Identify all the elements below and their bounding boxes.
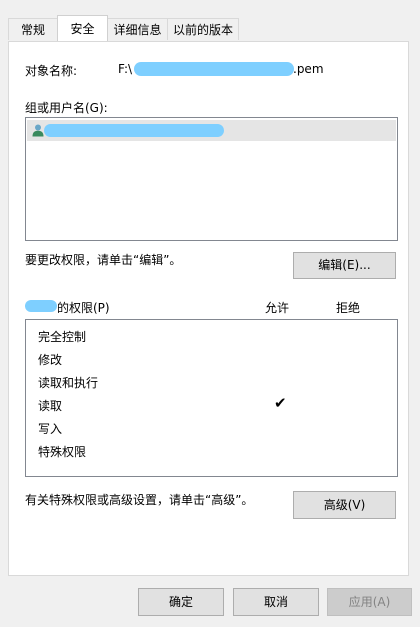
- groups-label: 组或用户名(G):: [25, 101, 108, 115]
- object-name-prefix: F:\: [118, 62, 133, 76]
- redacted-user-name: [44, 124, 224, 137]
- permission-modify: 修改: [38, 353, 63, 367]
- tab-details[interactable]: 详细信息: [107, 18, 168, 40]
- security-panel: 对象名称: F:\ .pem 组或用户名(G): 要更改权限，请单击“编辑”。 …: [8, 41, 409, 576]
- edit-hint: 要更改权限，请单击“编辑”。: [25, 253, 182, 267]
- object-name-label: 对象名称:: [25, 64, 78, 78]
- deny-header: 拒绝: [336, 301, 361, 315]
- redacted-principal-name: [25, 300, 57, 312]
- list-item[interactable]: [27, 120, 396, 141]
- advanced-hint: 有关特殊权限或高级设置，请单击“高级”。: [25, 493, 254, 507]
- permissions-listbox[interactable]: 完全控制 修改 读取和执行 读取 ✔ 写入 特殊权限: [25, 319, 398, 477]
- check-icon: ✔: [274, 394, 287, 412]
- redacted-object-name: [134, 62, 294, 76]
- apply-button[interactable]: 应用(A): [327, 588, 412, 616]
- permission-read-execute: 读取和执行: [38, 376, 99, 390]
- permission-special: 特殊权限: [38, 445, 87, 459]
- tab-previous-versions[interactable]: 以前的版本: [167, 18, 239, 40]
- permission-full-control: 完全控制: [38, 330, 87, 344]
- permission-write: 写入: [38, 422, 63, 436]
- user-icon: [31, 123, 45, 137]
- permission-read: 读取: [38, 399, 63, 413]
- tab-security[interactable]: 安全: [57, 15, 108, 41]
- object-name-suffix: .pem: [293, 62, 324, 76]
- cancel-button[interactable]: 取消: [233, 588, 319, 616]
- ok-button[interactable]: 确定: [138, 588, 224, 616]
- permissions-header: 的权限(P): [57, 301, 110, 315]
- allow-header: 允许: [265, 301, 290, 315]
- groups-listbox[interactable]: [25, 117, 398, 241]
- edit-button[interactable]: 编辑(E)...: [293, 252, 396, 279]
- advanced-button[interactable]: 高级(V): [293, 491, 396, 519]
- tab-general[interactable]: 常规: [8, 18, 58, 40]
